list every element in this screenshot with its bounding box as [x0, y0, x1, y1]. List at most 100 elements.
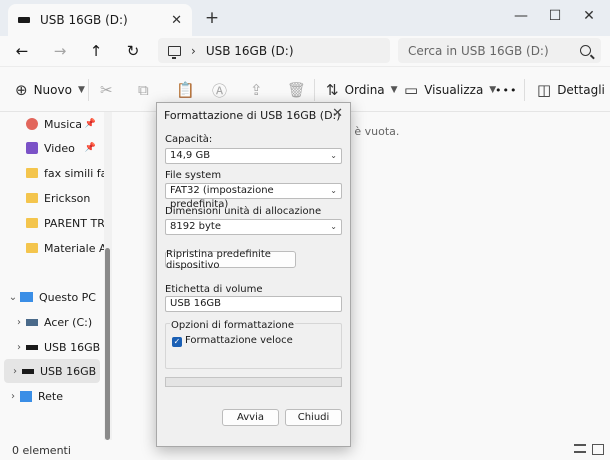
volume-label-input[interactable]: USB 16GB — [165, 296, 342, 312]
sidebar-item-questo-pc[interactable]: ⌄ Questo PC — [0, 285, 104, 309]
quick-format-label[interactable]: Formattazione veloce — [185, 335, 293, 346]
sidebar-item-label: Acer (C:) — [44, 315, 93, 329]
delete-icon[interactable]: 🗑 — [287, 79, 306, 101]
new-tab-button[interactable]: + — [203, 8, 221, 28]
forward-button[interactable]: → — [49, 40, 71, 62]
minimize-button[interactable]: — — [508, 5, 534, 27]
rename-icon[interactable]: Ⓐ — [212, 79, 227, 101]
folder-icon — [26, 168, 38, 178]
navigation-bar: ← → ↑ ↻ › USB 16GB (D:) Cerca in USB 16G… — [0, 36, 610, 66]
back-button[interactable]: ← — [11, 40, 33, 62]
chevron-right-icon[interactable]: › — [12, 317, 26, 328]
sort-label: Ordina — [344, 83, 385, 97]
details-view-icon[interactable] — [574, 444, 586, 453]
sidebar-item-musica[interactable]: Musica 📌 — [0, 112, 104, 136]
scrollbar-thumb[interactable] — [105, 248, 110, 440]
up-button[interactable]: ↑ — [85, 40, 107, 62]
tiles-view-icon[interactable] — [592, 444, 604, 455]
sidebar-item-label: Rete — [38, 389, 63, 403]
close-window-button[interactable]: ✕ — [576, 5, 602, 27]
sidebar-item-label: PARENT TRAINING — [44, 216, 104, 230]
format-options-group: Opzioni di formattazione ✓ Formattazione… — [165, 320, 342, 369]
tab-close-icon[interactable]: ✕ — [171, 13, 182, 28]
drive-icon — [26, 318, 38, 326]
folder-icon — [26, 218, 38, 228]
sidebar-item-usb-16gb-selected[interactable]: › USB 16GB (D:) — [4, 359, 100, 383]
sidebar-scrollbar[interactable] — [104, 112, 112, 440]
new-button[interactable]: ⊕ Nuovo ▼ — [15, 79, 85, 101]
tab-title: USB 16GB (D:) — [40, 13, 128, 27]
quick-format-checkbox[interactable]: ✓ — [172, 337, 182, 347]
sidebar-item-label: Video — [44, 141, 75, 155]
maximize-button[interactable]: ☐ — [542, 5, 568, 27]
view-button[interactable]: ▭ Visualizza ▼ — [404, 79, 496, 101]
capacity-label: Capacità: — [165, 134, 213, 145]
folder-icon — [26, 193, 38, 203]
sidebar-item-label: fax simili fatture — [44, 166, 104, 180]
sidebar-item-label: Questo PC — [39, 290, 96, 304]
sidebar-item-usb-16gb[interactable]: › USB 16GB (D:) — [0, 335, 104, 359]
sidebar-item-erickson[interactable]: Erickson — [0, 186, 104, 210]
sidebar-item-materiale-aspe[interactable]: Materiale Aspe — [0, 236, 104, 260]
sidebar-item-rete[interactable]: › Rete — [0, 384, 104, 408]
view-label: Visualizza — [424, 83, 484, 97]
copy-icon[interactable]: ⧉ — [138, 79, 149, 101]
tab-usb-drive[interactable]: USB 16GB (D:) ✕ — [8, 4, 192, 36]
navigation-pane: Musica 📌 Video 📌 fax simili fatture Eric… — [0, 112, 104, 440]
cut-icon[interactable]: ✂ — [100, 79, 113, 101]
search-input[interactable]: Cerca in USB 16GB (D:) — [398, 38, 601, 63]
details-button[interactable]: ◫ Dettagli — [537, 79, 605, 101]
pin-icon[interactable]: 📌 — [85, 143, 96, 153]
sidebar-item-label: USB 16GB (D:) — [44, 340, 104, 354]
sidebar-item-acer-c[interactable]: › Acer (C:) — [0, 310, 104, 334]
usb-drive-icon — [18, 17, 30, 23]
chevron-right-icon[interactable]: › — [6, 391, 20, 402]
sidebar-item-label: Musica — [44, 117, 83, 131]
chevron-right-icon[interactable]: › — [191, 44, 196, 58]
volume-label: Etichetta di volume — [165, 284, 263, 295]
sidebar-item-fax-simili-fatture[interactable]: fax simili fatture — [0, 161, 104, 185]
video-icon — [26, 142, 38, 154]
format-options-title: Opzioni di formattazione — [170, 320, 296, 331]
plus-circle-icon: ⊕ — [15, 81, 28, 99]
sidebar-item-video[interactable]: Video 📌 — [0, 136, 104, 160]
title-bar: USB 16GB (D:) ✕ + — ☐ ✕ — [0, 0, 610, 36]
view-icon: ▭ — [404, 81, 419, 99]
filesystem-select[interactable]: FAT32 (impostazione predefinita) ⌄ — [165, 183, 342, 210]
paste-icon[interactable]: 📋 — [176, 79, 195, 101]
allocation-label: Dimensioni unità di allocazione — [165, 206, 322, 217]
chevron-down-icon: ⌄ — [330, 186, 337, 195]
sidebar-item-label: Erickson — [44, 191, 91, 205]
network-icon — [20, 390, 32, 402]
search-placeholder: Cerca in USB 16GB (D:) — [408, 43, 549, 58]
chevron-down-icon: ▼ — [390, 85, 398, 95]
close-button[interactable]: Chiudi — [285, 409, 342, 426]
computer-icon — [20, 292, 33, 302]
sort-button[interactable]: ⇅ Ordina ▼ — [326, 79, 398, 101]
filesystem-value: FAT32 (impostazione predefinita) — [170, 185, 274, 210]
pin-icon[interactable]: 📌 — [85, 119, 96, 129]
format-dialog: Formattazione di USB 16GB (D:) ✕ Capacit… — [156, 102, 351, 447]
allocation-select[interactable]: 8192 byte ⌄ — [165, 219, 342, 235]
start-button[interactable]: Avvia — [222, 409, 279, 426]
chevron-right-icon[interactable]: › — [12, 342, 26, 353]
dialog-close-icon[interactable]: ✕ — [332, 106, 343, 121]
share-icon[interactable]: ⇪ — [250, 79, 263, 101]
details-label: Dettagli — [557, 83, 605, 97]
chevron-down-icon: ⌄ — [330, 222, 337, 231]
chevron-down-icon: ▼ — [77, 85, 85, 95]
sidebar-item-parent-training[interactable]: PARENT TRAINING — [0, 211, 104, 235]
filesystem-label: File system — [165, 170, 222, 181]
more-options-button[interactable]: ••• — [495, 79, 517, 101]
restore-defaults-button[interactable]: Ripristina predefinite dispositivo — [165, 249, 296, 271]
chevron-down-icon[interactable]: ⌄ — [6, 292, 20, 303]
address-bar[interactable]: › USB 16GB (D:) — [158, 38, 390, 63]
address-path[interactable]: USB 16GB (D:) — [206, 44, 294, 58]
refresh-button[interactable]: ↻ — [122, 40, 144, 62]
capacity-select[interactable]: 14,9 GB ⌄ — [165, 148, 342, 164]
chevron-right-icon[interactable]: › — [8, 366, 22, 377]
details-pane-icon: ◫ — [537, 81, 552, 99]
toolbar-divider — [524, 79, 525, 101]
search-icon[interactable] — [580, 45, 591, 56]
sidebar-item-label: Materiale Aspe — [44, 241, 104, 255]
